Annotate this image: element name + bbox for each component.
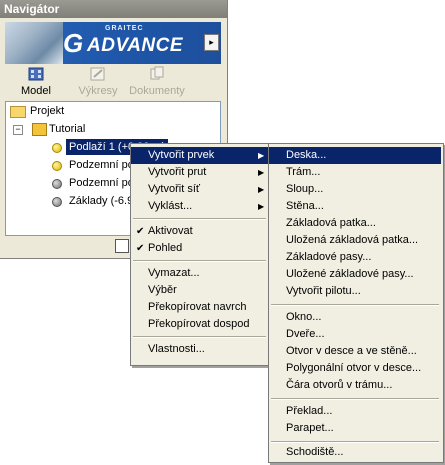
storey-icon xyxy=(52,143,62,153)
menu-item-label: Překlad... xyxy=(286,405,333,417)
submenu-item-column[interactable]: Sloup... xyxy=(269,181,441,198)
menu-item-label: Uložená základová patka... xyxy=(286,234,419,246)
submenu-item-placed-strip-footing[interactable]: Uložené základové pasy... xyxy=(269,266,441,283)
menu-item-label: Polygonální otvor v desce... xyxy=(286,362,422,374)
menu-separator xyxy=(271,398,439,400)
menu-item-label: Vlastnosti... xyxy=(148,343,205,355)
submenu-item-wall[interactable]: Stěna... xyxy=(269,198,441,215)
menu-item-copy-above[interactable]: Překopírovat navrch xyxy=(131,299,268,316)
submenu-item-slab[interactable]: Deska... xyxy=(269,147,441,164)
menu-item-create-element[interactable]: Vytvořit prvek ▶ xyxy=(131,147,268,164)
model-label: Model xyxy=(21,85,51,97)
advance-logo-text: ADVANCE xyxy=(87,35,184,56)
menu-item-select[interactable]: Výběr xyxy=(131,282,268,299)
folder-icon xyxy=(10,106,26,118)
menu-separator xyxy=(271,441,439,443)
menu-item-label: Základová patka... xyxy=(286,217,376,229)
building-icon xyxy=(32,123,47,136)
drawings-icon xyxy=(90,67,105,81)
menu-item-properties[interactable]: Vlastnosti... xyxy=(131,341,268,358)
menu-item-label: Vytvořit pilotu... xyxy=(286,285,361,297)
building-photo xyxy=(5,22,63,64)
brand-text: GRAITEC xyxy=(105,25,144,32)
tree-project-label: Tutorial xyxy=(49,123,86,135)
submenu-item-lintel[interactable]: Překlad... xyxy=(269,403,441,420)
menu-item-label: Čára otvorů v trámu... xyxy=(286,379,393,391)
submenu-item-polygonal-opening[interactable]: Polygonální otvor v desce... xyxy=(269,360,441,377)
menu-item-create-bar[interactable]: Vytvořit prut ▶ xyxy=(131,164,268,181)
menu-separator xyxy=(133,336,266,338)
submenu-item-strip-footing[interactable]: Základové pasy... xyxy=(269,249,441,266)
model-button[interactable]: Model xyxy=(7,65,65,100)
documents-button[interactable]: Dokumenty xyxy=(128,65,186,100)
menu-item-label: Schodiště... xyxy=(286,446,344,458)
menu-item-label: Okno... xyxy=(286,311,322,323)
submenu-item-beam-openings[interactable]: Čára otvorů v trámu... xyxy=(269,377,441,394)
checkmark-icon: ✔ xyxy=(136,243,145,254)
storey-icon xyxy=(52,161,62,171)
menu-item-label: Vytvořit prut xyxy=(148,166,207,178)
submenu-arrow-icon: ▶ xyxy=(258,168,265,177)
menu-item-label: Sloup... xyxy=(286,183,324,195)
tree-root-label: Projekt xyxy=(30,105,65,117)
submenu-arrow-icon: ▶ xyxy=(258,202,265,211)
resize-grip-icon[interactable] xyxy=(115,239,129,253)
submenu-item-create-pile[interactable]: Vytvořit pilotu... xyxy=(269,283,441,300)
documents-label: Dokumenty xyxy=(129,85,185,97)
menu-separator xyxy=(133,260,266,262)
context-menu: Vytvořit prvek ▶ Vytvořit prut ▶ Vytvoři… xyxy=(130,143,271,366)
menu-item-copy-below[interactable]: Překopírovat dospod xyxy=(131,316,268,333)
submenu-item-parapet[interactable]: Parapet... xyxy=(269,420,441,437)
drawings-label: Výkresy xyxy=(78,85,118,97)
menu-item-activate[interactable]: ✔ Aktivovat xyxy=(131,223,268,240)
menu-item-label: Vymazat... xyxy=(148,267,200,279)
menu-item-label: Parapet... xyxy=(286,422,334,434)
menu-item-label: Vytvořit prvek xyxy=(148,149,215,161)
menu-item-label: Překopírovat dospod xyxy=(148,318,250,330)
menu-item-label: Základové pasy... xyxy=(286,251,372,263)
drawings-button[interactable]: Výkresy xyxy=(69,65,127,100)
submenu-item-opening[interactable]: Otvor v desce a ve stěně... xyxy=(269,343,441,360)
menu-item-label: Vytvořit síť xyxy=(148,183,201,195)
menu-item-lay-out[interactable]: Vyklást... ▶ xyxy=(131,198,268,215)
menu-separator xyxy=(271,304,439,306)
menu-item-label: Vyklást... xyxy=(148,200,193,212)
menu-separator xyxy=(133,218,266,220)
menu-item-label: Aktivovat xyxy=(148,225,193,237)
menu-item-label: Deska... xyxy=(286,149,327,161)
menu-item-label: Trám... xyxy=(286,166,321,178)
documents-icon xyxy=(150,66,164,80)
menu-item-create-grid[interactable]: Vytvořit síť ▶ xyxy=(131,181,268,198)
tree-item-label: Podzemní po xyxy=(69,159,134,171)
submenu-item-window[interactable]: Okno... xyxy=(269,309,441,326)
storey-icon xyxy=(52,179,62,189)
storey-icon xyxy=(52,197,62,207)
submenu-item-door[interactable]: Dveře... xyxy=(269,326,441,343)
menu-item-label: Dveře... xyxy=(286,328,325,340)
tree-item-label: Podzemní po xyxy=(69,177,134,189)
graitec-banner: G GRAITEC ADVANCE ▸ xyxy=(5,22,221,64)
submenu-item-placed-footing[interactable]: Uložená základová patka... xyxy=(269,232,441,249)
checkmark-icon: ✔ xyxy=(136,226,145,237)
submenu-item-beam[interactable]: Trám... xyxy=(269,164,441,181)
menu-item-label: Stěna... xyxy=(286,200,324,212)
menu-item-label: Pohled xyxy=(148,242,183,254)
tree-item-label: Základy (-6.9 xyxy=(69,195,134,207)
menu-item-label: Uložené základové pasy... xyxy=(286,268,414,280)
menu-item-label: Překopírovat navrch xyxy=(148,301,247,313)
menu-item-delete[interactable]: Vymazat... xyxy=(131,265,268,282)
submenu-item-footing[interactable]: Základová patka... xyxy=(269,215,441,232)
model-icon xyxy=(28,67,44,81)
navigator-title: Navigátor xyxy=(0,0,227,18)
submenu-item-stairs[interactable]: Schodiště... xyxy=(269,444,441,461)
create-element-submenu: Deska... Trám... Sloup... Stěna... Zákla… xyxy=(268,143,444,463)
submenu-arrow-icon: ▶ xyxy=(258,151,265,160)
menu-item-view[interactable]: ✔ Pohled xyxy=(131,240,268,257)
graitec-logo-mark: G xyxy=(63,28,84,58)
collapse-icon[interactable]: − xyxy=(13,125,23,135)
banner-expand-button[interactable]: ▸ xyxy=(204,34,219,51)
menu-item-label: Otvor v desce a ve stěně... xyxy=(286,345,417,357)
menu-item-label: Výběr xyxy=(148,284,177,296)
submenu-arrow-icon: ▶ xyxy=(258,185,265,194)
